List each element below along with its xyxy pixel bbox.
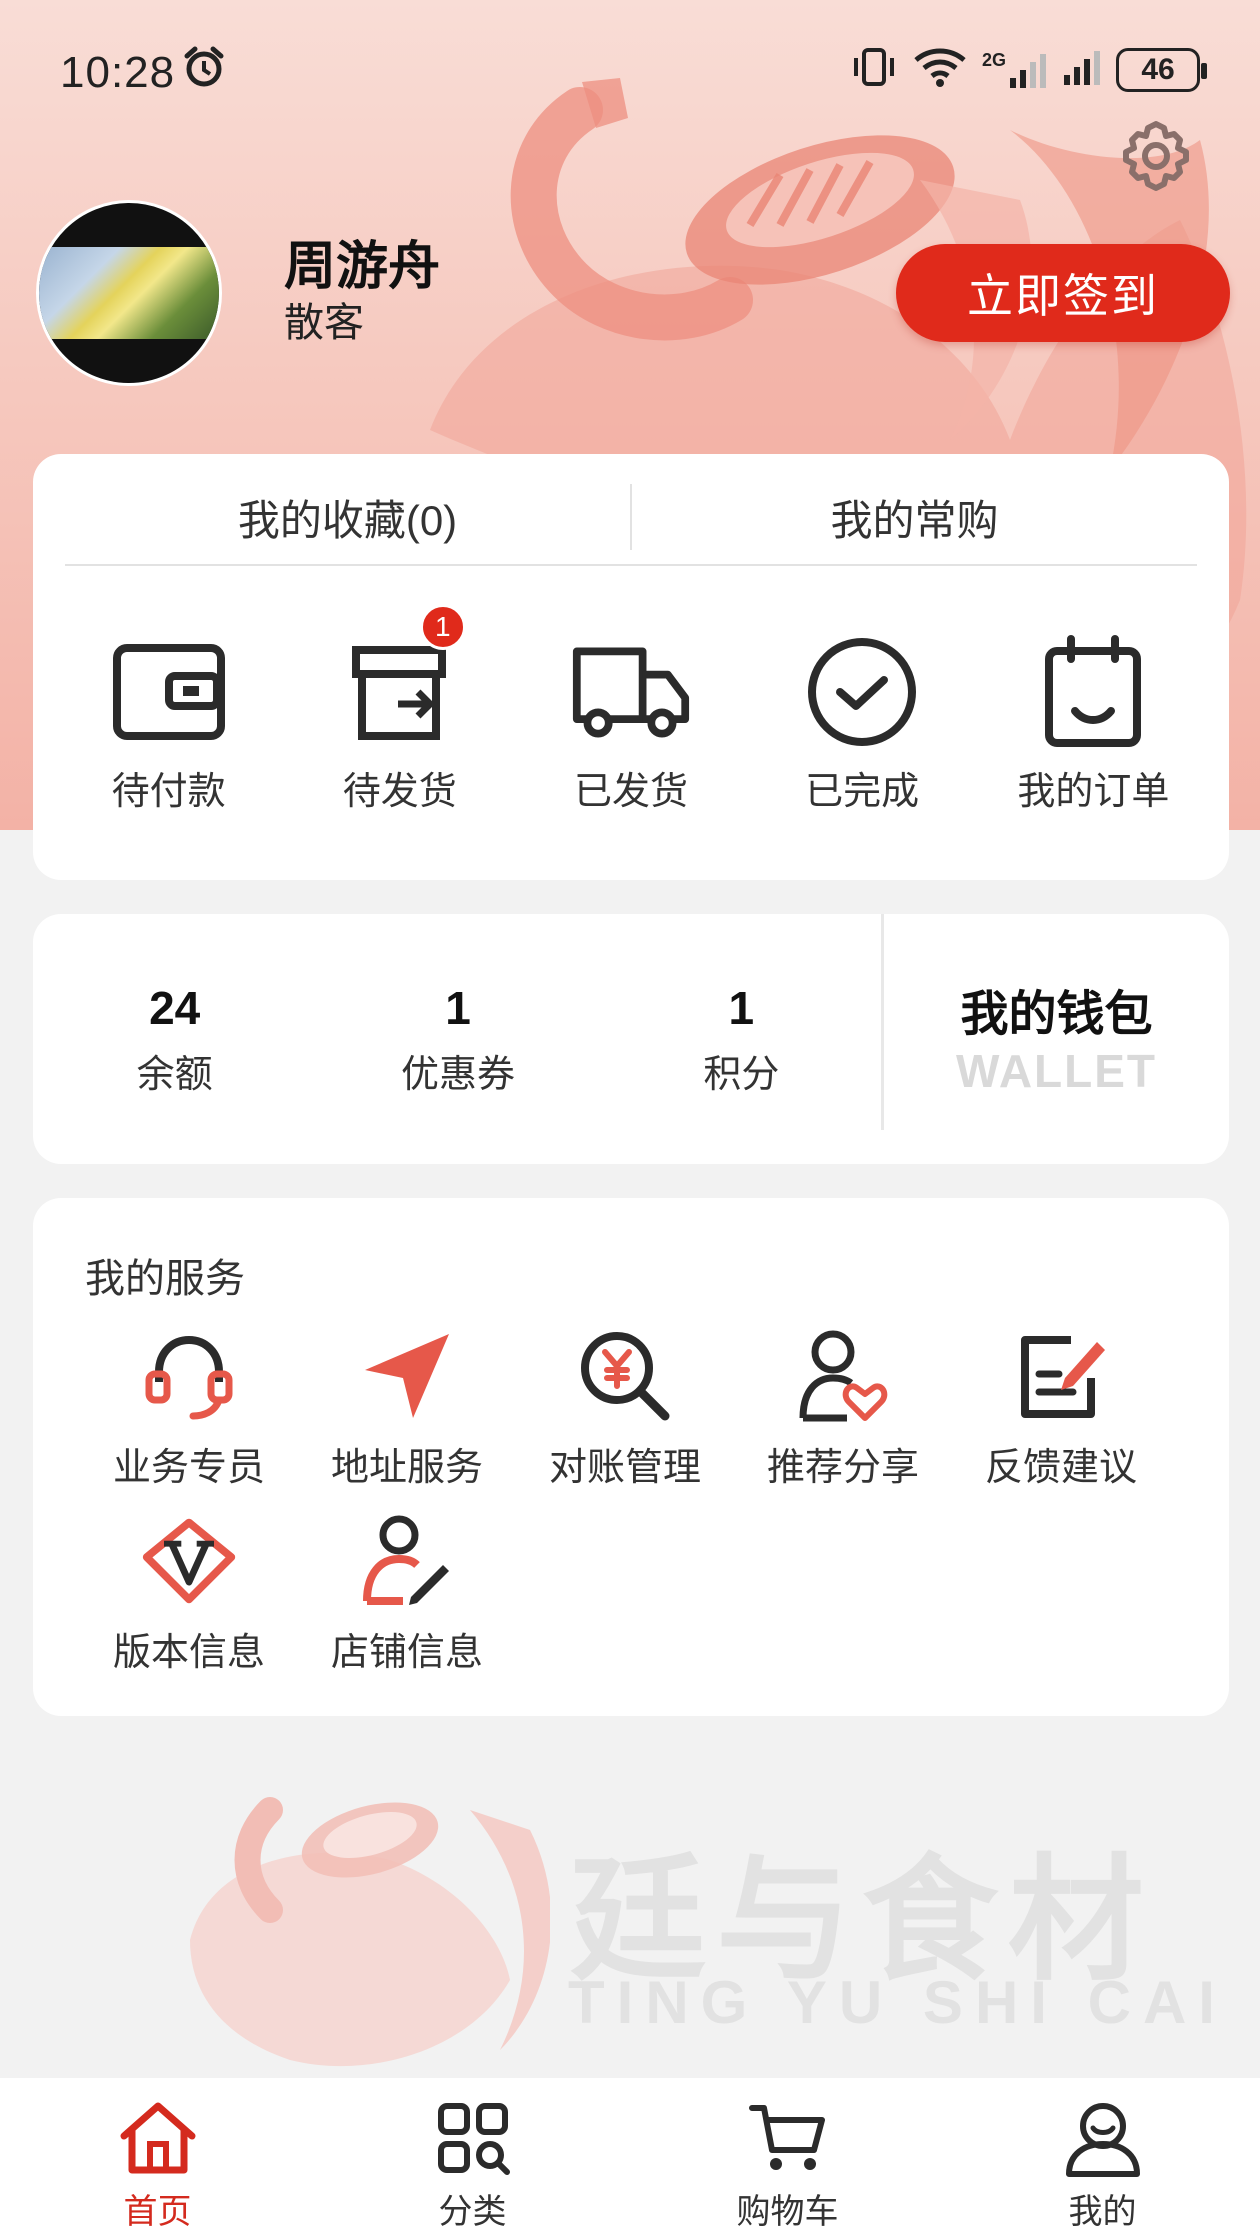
network-label: 2G [981,49,1006,70]
order-all[interactable]: 我的订单 [993,632,1193,815]
brand-logo-mark [190,1797,552,2067]
service-label: 业务专员 [112,1447,265,1489]
headset-icon [139,1326,239,1426]
services-grid: 业务专员 地址服务 对账管理 推荐分享 反馈建议 版本信息 店铺信息 [80,1326,1180,1676]
stat-value: 1 [445,981,471,1034]
wallet-icon [109,632,229,752]
service-label: 推荐分享 [766,1447,919,1489]
service-label: 地址服务 [330,1447,483,1489]
user-level: 散客 [284,301,364,345]
service-sales-rep[interactable]: 业务专员 [80,1326,298,1491]
service-label: 反馈建议 [984,1447,1137,1489]
order-badge: 1 [419,604,466,650]
order-label: 待付款 [111,771,226,813]
status-icons: 2G 46 [850,44,1207,95]
user-name: 周游舟 [284,238,441,296]
nav-label: 我的 [1068,2193,1137,2231]
orders-card: 我的收藏(0) 我的常购 待付款 1 待发货 已发货 已完成 我的订单 [33,454,1229,880]
service-label: 版本信息 [112,1632,265,1674]
user-edit-icon [357,1511,457,1611]
alarm-icon [181,44,227,101]
wifi-icon [912,44,968,95]
box-icon [340,632,460,752]
service-feedback[interactable]: 反馈建议 [952,1326,1170,1491]
signal-2g-icon: 2G [982,50,1048,90]
user-heart-icon [793,1326,893,1426]
avatar[interactable] [36,200,222,386]
order-completed[interactable]: 已完成 [762,632,962,815]
cart-icon [748,2098,828,2178]
avatar-photo [39,247,219,339]
edit-note-icon [1011,1326,1111,1426]
order-label: 已完成 [805,771,920,813]
watermark-brand-en: TING YU SHI CAI [568,1969,1227,2036]
order-label: 我的订单 [1017,771,1170,813]
navigation-arrow-icon [357,1326,457,1426]
order-label: 已发货 [573,771,688,813]
nav-home[interactable]: 首页 [58,2098,258,2233]
service-store-info[interactable]: 店铺信息 [298,1511,516,1676]
nav-profile[interactable]: 我的 [1003,2098,1203,2233]
stat-label: 余额 [136,1053,213,1096]
status-bar: 10:28 2G 46 [0,0,1260,140]
order-pending-payment[interactable]: 待付款 [69,632,269,815]
status-time-group: 10:28 [60,44,227,101]
order-pending-shipment[interactable]: 1 待发货 [300,604,500,815]
stat-coupons[interactable]: 1 优惠券 [316,914,599,1164]
category-grid-icon [433,2098,513,2178]
order-label: 待发货 [342,771,457,813]
nav-label: 分类 [438,2193,507,2231]
vibrate-icon [850,44,898,95]
service-address[interactable]: 地址服务 [298,1326,516,1491]
status-time: 10:28 [60,47,176,97]
stat-label: 积分 [703,1053,780,1096]
service-reconciliation[interactable]: 对账管理 [516,1326,734,1491]
bottom-nav: 首页 分类 购物车 我的 [0,2078,1260,2240]
nav-label: 首页 [123,2193,192,2231]
brand-watermark: 廷与食材 TING YU SHI CAI [170,1770,1215,2090]
service-label: 对账管理 [548,1447,701,1489]
wallet-stats: 24 余额 1 优惠券 1 积分 [33,914,883,1164]
version-diamond-icon [139,1511,239,1611]
nav-label: 购物车 [736,2193,839,2231]
stat-points[interactable]: 1 积分 [600,914,883,1164]
services-card: 我的服务 业务专员 地址服务 对账管理 推荐分享 反馈建议 版本信息 店铺信息 [33,1198,1229,1716]
service-referral[interactable]: 推荐分享 [734,1326,952,1491]
stat-label: 优惠券 [400,1053,515,1096]
wallet-subtitle: WALLET [955,1045,1158,1097]
wallet-card: 24 余额 1 优惠券 1 积分 我的钱包 WALLET [33,914,1229,1164]
clipboard-icon [1033,632,1153,752]
tab-favorites[interactable]: 我的收藏(0) [65,470,630,564]
battery-indicator: 46 [1116,47,1207,92]
stat-value: 1 [728,981,755,1034]
settings-button[interactable] [1118,118,1194,194]
truck-icon [571,632,691,752]
home-icon [118,2098,198,2178]
favorites-tabs: 我的收藏(0) 我的常购 [65,470,1197,566]
gear-icon [1123,121,1189,191]
yuan-search-icon [575,1326,675,1426]
tab-frequent-purchases[interactable]: 我的常购 [632,470,1197,564]
order-status-row: 待付款 1 待发货 已发货 已完成 我的订单 [33,604,1229,815]
signal-icon [1062,47,1102,92]
profile-icon [1063,2098,1143,2178]
order-shipped[interactable]: 已发货 [531,632,731,815]
service-version[interactable]: 版本信息 [80,1511,298,1676]
wallet-title: 我的钱包 [960,988,1153,1041]
stat-value: 24 [149,981,201,1034]
service-label: 店铺信息 [330,1632,483,1674]
services-title: 我的服务 [85,1257,245,1301]
nav-category[interactable]: 分类 [373,2098,573,2233]
checkin-button[interactable]: 立即签到 [896,244,1230,342]
check-circle-icon [802,632,922,752]
nav-cart[interactable]: 购物车 [688,2098,888,2233]
stat-balance[interactable]: 24 余额 [33,914,316,1164]
